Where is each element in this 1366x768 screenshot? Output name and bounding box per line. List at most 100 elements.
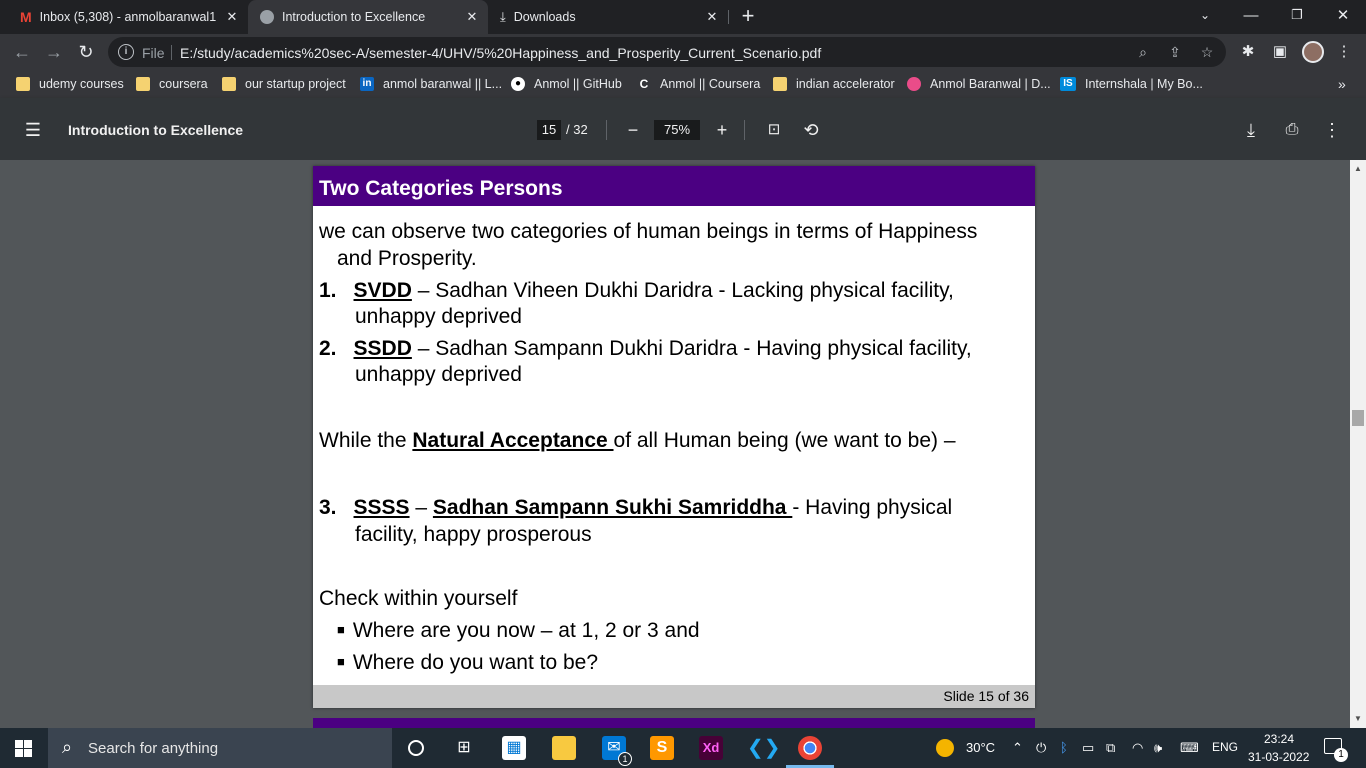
bookmark-label: Internshala | My Bo... <box>1085 77 1203 91</box>
slide-title: Two Categories Persons <box>319 177 563 200</box>
new-tab-button[interactable]: + <box>736 4 760 28</box>
page-number-input[interactable]: 15 <box>537 120 561 140</box>
wifi-icon[interactable]: ◠ <box>1132 740 1143 756</box>
search-placeholder: Search for anything <box>88 740 219 757</box>
menu-icon[interactable]: ⋮ <box>1334 42 1354 62</box>
language-indicator[interactable]: ENG <box>1212 740 1238 754</box>
info-icon[interactable]: i <box>118 44 134 60</box>
bookmark-linkedin[interactable]: in anmol baranwal || L... <box>360 70 502 98</box>
item-3-cont: facility, happy prosperous <box>355 523 592 546</box>
url-text[interactable]: E:/study/academics%20sec-A/semester-4/UH… <box>180 45 821 61</box>
side-panel-icon[interactable]: ▣ <box>1270 42 1290 62</box>
bookmark-github[interactable]: ● Anmol || GitHub <box>511 70 622 98</box>
pdf-page: Two Categories Persons we can observe tw… <box>313 166 1035 708</box>
back-icon[interactable]: ← <box>8 38 36 66</box>
bookmark-label: udemy courses <box>39 77 124 91</box>
display-icon[interactable]: ⧉ <box>1106 740 1115 756</box>
weather-temp[interactable]: 30°C <box>966 740 995 755</box>
bookmarks-bar: udemy courses coursera our startup proje… <box>0 70 1366 98</box>
chrome-icon[interactable] <box>798 736 822 760</box>
globe-icon <box>260 10 274 24</box>
item-description: – Sadhan Sampann Dukhi Daridra - Having … <box>411 337 972 360</box>
scroll-down-icon[interactable]: ▼ <box>1354 714 1362 723</box>
check-heading: Check within yourself <box>319 587 518 610</box>
rotate-icon[interactable]: ⟲ <box>800 119 822 141</box>
more-options-icon[interactable]: ⋮ <box>1321 119 1343 141</box>
clock-date[interactable]: 31-03-2022 <box>1248 750 1309 764</box>
bookmark-udemy[interactable]: udemy courses <box>16 70 124 98</box>
bullet-icon: ■ <box>337 654 345 669</box>
pdf-toolbar: ☰ Introduction to Excellence 15 / 32 − 7… <box>0 98 1366 160</box>
volume-icon[interactable]: 🕪 <box>1154 740 1162 756</box>
taskbar-search[interactable]: ⌕ Search for anything <box>48 728 392 768</box>
tab-pdf[interactable]: Introduction to Excellence ✕ <box>248 0 488 34</box>
bullet-1: ■ Where are you now – at 1, 2 or 3 and <box>337 617 700 644</box>
download-icon: ⤓ <box>500 9 506 24</box>
close-icon[interactable]: ✕ <box>224 9 240 25</box>
bookmark-coursera[interactable]: C Anmol || Coursera <box>637 70 760 98</box>
print-icon[interactable]: ⎙ <box>1281 119 1303 141</box>
folder-icon <box>773 77 787 91</box>
task-view-icon[interactable]: ⊞ <box>452 736 476 760</box>
adobe-xd-icon[interactable]: Xd <box>699 736 723 760</box>
battery-icon[interactable]: ▭ <box>1082 740 1094 756</box>
mail-icon[interactable]: ✉ 1 <box>602 736 632 766</box>
taskbar: ⌕ Search for anything ⊞ ▦ ✉ 1 S Xd ❮❯ 30… <box>0 728 1366 768</box>
windows-start-icon[interactable] <box>15 740 32 757</box>
natural-post: of all Human being (we want to be) – <box>613 429 956 452</box>
bookmark-coursera-folder[interactable]: coursera <box>136 70 208 98</box>
bookmarks-overflow[interactable]: » <box>1338 70 1346 98</box>
item-1: 1. SVDD – Sadhan Viheen Dukhi Daridra - L… <box>319 278 954 304</box>
close-icon[interactable]: ✕ <box>464 9 480 25</box>
address-bar[interactable]: i File E:/study/academics%20sec-A/semest… <box>108 37 1226 67</box>
weather-icon[interactable] <box>936 739 954 757</box>
bookmark-startup[interactable]: our startup project <box>222 70 346 98</box>
bluetooth-icon[interactable]: ᛒ <box>1060 740 1068 755</box>
bookmark-accelerator[interactable]: indian accelerator <box>773 70 895 98</box>
file-explorer-icon[interactable] <box>552 736 576 760</box>
vscode-icon[interactable]: ❮❯ <box>747 736 781 760</box>
clock-time[interactable]: 23:24 <box>1264 732 1294 746</box>
fit-page-icon[interactable]: ⊡ <box>763 119 785 141</box>
keyboard-icon[interactable]: ⌨ <box>1180 740 1199 756</box>
scroll-up-icon[interactable]: ▲ <box>1354 164 1362 173</box>
extensions-icon[interactable]: ✱ <box>1238 42 1258 62</box>
tray-overflow-icon[interactable]: ⌃ <box>1012 740 1023 756</box>
zoom-out-icon[interactable]: − <box>622 119 644 141</box>
tab-downloads[interactable]: ⤓ Downloads ✕ <box>488 0 728 34</box>
item-term: SSSS <box>353 496 410 519</box>
bookmark-internshala[interactable]: IS Internshala | My Bo... <box>1060 70 1203 98</box>
close-icon[interactable]: ✕ <box>704 9 720 25</box>
bookmark-label: indian accelerator <box>796 77 895 91</box>
scrollbar-thumb[interactable] <box>1352 410 1364 426</box>
network-icon[interactable]: ⏻ <box>1036 740 1046 756</box>
star-icon[interactable]: ☆ <box>1198 43 1216 61</box>
hamburger-menu-icon[interactable]: ☰ <box>22 119 44 141</box>
close-window-icon[interactable]: ✕ <box>1320 0 1366 30</box>
reload-icon[interactable]: ↻ <box>72 38 100 66</box>
sublime-icon[interactable]: S <box>650 736 674 760</box>
bookmark-dribbble[interactable]: Anmol Baranwal | D... <box>907 70 1051 98</box>
browser-toolbar: ← → ↻ i File E:/study/academics%20sec-A/… <box>0 34 1366 70</box>
address-separator <box>171 45 172 60</box>
store-icon[interactable]: ▦ <box>502 736 526 760</box>
natural-pre: While the <box>319 429 413 452</box>
forward-icon[interactable]: → <box>40 38 68 66</box>
item-term: SVDD <box>353 279 412 302</box>
avatar[interactable] <box>1302 41 1324 63</box>
intro-line-1: we can observe two categories of human b… <box>319 220 978 243</box>
minimize-icon[interactable]: — <box>1228 0 1274 30</box>
bookmark-label: anmol baranwal || L... <box>383 77 503 91</box>
natural-acceptance-line: While the Natural Acceptance of all Huma… <box>319 428 956 454</box>
zoom-in-icon[interactable]: + <box>711 119 733 141</box>
tab-gmail[interactable]: M Inbox (5,308) - anmolbaranwal11 ✕ <box>8 0 248 34</box>
share-icon[interactable]: ⇪ <box>1166 43 1184 61</box>
cortana-icon[interactable] <box>404 736 428 760</box>
zoom-icon[interactable]: ⌕ <box>1134 43 1152 61</box>
scrollbar[interactable]: ▲ ▼ <box>1350 160 1366 728</box>
tab-search-icon[interactable]: ⌄ <box>1182 0 1228 30</box>
internshala-icon: IS <box>1060 77 1076 91</box>
restore-icon[interactable]: ❐ <box>1274 0 1320 30</box>
zoom-input[interactable]: 75% <box>654 120 700 140</box>
download-icon[interactable]: ⤓ <box>1240 119 1262 141</box>
